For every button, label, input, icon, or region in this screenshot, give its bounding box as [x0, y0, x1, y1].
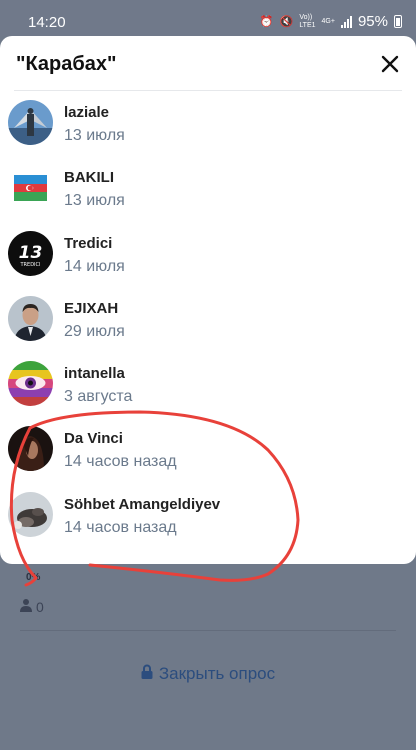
dark-hair-portrait-avatar[interactable]	[8, 426, 53, 472]
voter-name: EJIXAH	[64, 299, 119, 317]
list-item[interactable]: Söhbet Amangeldiyev 14 часов назад	[0, 484, 416, 549]
voter-date: 14 часов назад	[64, 453, 177, 471]
list-item[interactable]: EJIXAH 29 июля	[0, 288, 416, 353]
status-icons: ⏰ 🔇 Vo)) LTE1 4G+ 95%	[260, 13, 402, 30]
voter-name: laziale	[64, 104, 110, 121]
voter-date: 14 часов назад	[64, 518, 177, 536]
voters-count-value: 0	[36, 598, 44, 615]
azerbaijan-flag-avatar[interactable]	[8, 165, 53, 211]
voter-name: Da Vinci	[64, 430, 123, 448]
list-item[interactable]: intanella 3 августа	[0, 353, 416, 418]
voters-modal: "Карабах" laziale 13 июля BAKILI 13 июля…	[0, 36, 416, 564]
voters-count: 0	[20, 598, 44, 615]
signal-icon	[340, 15, 352, 28]
lock-icon	[141, 664, 153, 684]
volte-label: Vo)) LTE1	[299, 13, 316, 29]
svg-text:TREDICI: TREDICI	[20, 262, 41, 268]
voter-date: 13 июля	[64, 127, 125, 144]
voter-name: Tredici	[64, 234, 113, 252]
voter-name: Söhbet Amangeldiyev	[64, 495, 221, 513]
header-divider	[14, 90, 402, 91]
voter-name: intanella	[64, 365, 125, 383]
status-time: 14:20	[28, 14, 66, 31]
net-type-label: 4G+	[321, 18, 335, 25]
svg-text:13: 13	[19, 243, 43, 263]
voter-date: 3 августа	[64, 388, 133, 406]
voter-date: 13 июля	[64, 192, 125, 210]
voter-list: laziale 13 июля BAKILI 13 июля 13 TREDIC…	[0, 92, 416, 549]
colorful-eye-avatar[interactable]	[8, 361, 53, 407]
voter-date: 14 июля	[64, 257, 125, 275]
mute-icon: 🔇	[279, 16, 294, 28]
person-icon	[20, 598, 32, 615]
close-icon[interactable]	[378, 52, 402, 76]
voter-date: 29 июля	[64, 322, 125, 340]
list-item[interactable]: 13 TREDICI Tredici 14 июля	[0, 223, 416, 288]
status-bar: 14:20 ⏰ 🔇 Vo)) LTE1 4G+ 95%	[0, 0, 416, 36]
voter-name: BAKILI	[64, 169, 114, 187]
alarm-icon: ⏰	[259, 16, 274, 28]
list-item[interactable]: BAKILI 13 июля	[0, 157, 416, 222]
blurry-photo-avatar[interactable]	[8, 491, 53, 537]
close-poll-label: Закрыть опрос	[158, 664, 276, 683]
man-portrait-avatar[interactable]	[8, 295, 53, 341]
tredici-13-logo-avatar[interactable]: 13 TREDICI	[8, 230, 53, 276]
list-item[interactable]: Da Vinci 14 часов назад	[0, 418, 416, 483]
modal-title: "Карабах"	[16, 53, 117, 75]
angel-statue-avatar[interactable]	[8, 100, 53, 145]
poll-background: 0% 0 Закрыть опрос	[0, 560, 416, 750]
battery-percent: 95%	[357, 13, 388, 30]
option-percent: 0%	[26, 572, 41, 583]
list-item[interactable]: laziale 13 июля	[0, 92, 416, 157]
modal-header: "Карабах"	[0, 36, 416, 92]
close-poll-button[interactable]: Закрыть опрос	[0, 664, 416, 684]
battery-icon	[394, 15, 402, 28]
divider	[20, 630, 396, 631]
